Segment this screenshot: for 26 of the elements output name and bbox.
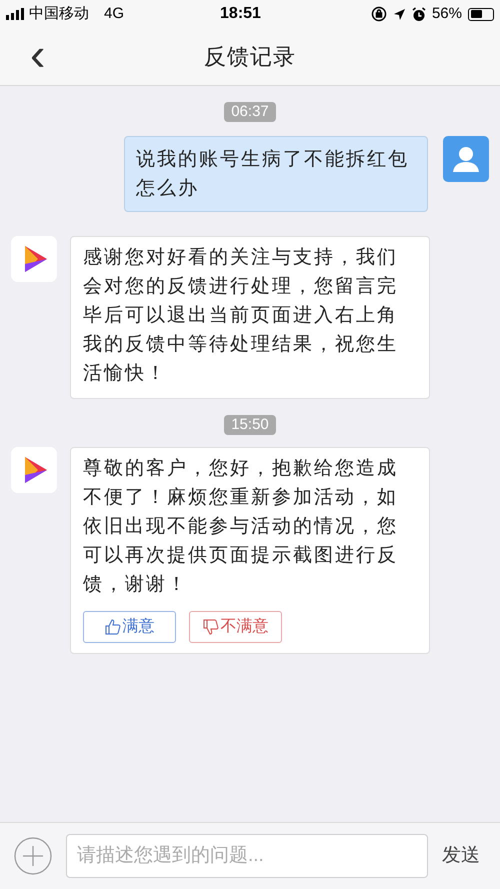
timestamp: 15:50 xyxy=(224,415,276,435)
battery-percent: 56% xyxy=(432,4,462,24)
send-button[interactable]: 发送 xyxy=(442,842,480,870)
carrier-name: 中国移动 xyxy=(29,4,89,24)
rotation-lock-icon xyxy=(370,6,387,22)
add-icon[interactable] xyxy=(14,837,52,875)
dislike-button[interactable]: 不满意 xyxy=(189,611,282,643)
app-logo-icon xyxy=(11,236,57,282)
battery-icon xyxy=(468,8,494,20)
alarm-icon xyxy=(412,6,426,22)
message-bubble: 说我的账号生病了不能拆红包怎么办 xyxy=(124,136,428,212)
app-logo-icon xyxy=(11,447,57,493)
thumbs-down-icon xyxy=(202,619,218,635)
message-text: 感谢您对好看的关注与支持，我们会对您的反馈进行处理，您留言完毕后可以退出当前页面进入右上角我的反馈中等待处理结果，祝您生活愉快！ xyxy=(83,246,399,386)
message-input[interactable]: 请描述您遇到的问题... xyxy=(66,834,428,878)
location-arrow-icon xyxy=(392,8,406,20)
like-button[interactable]: 满意 xyxy=(83,611,176,643)
network-type: 4G xyxy=(104,4,124,24)
back-button[interactable]: ‹ xyxy=(30,31,46,77)
status-time: 18:51 xyxy=(220,4,261,24)
user-avatar-icon xyxy=(443,136,489,182)
signal-icon xyxy=(6,8,26,20)
timestamp: 06:37 xyxy=(224,102,276,122)
message-text: 尊敬的客户，您好，抱歉给您造成不便了！麻烦您重新参加活动，如依旧出现不能参与活动的情况，您可以再次提供页面提示截图进行反馈，谢谢！ xyxy=(83,457,399,597)
page-title: 反馈记录 xyxy=(204,43,296,71)
thumbs-up-icon xyxy=(104,619,120,635)
